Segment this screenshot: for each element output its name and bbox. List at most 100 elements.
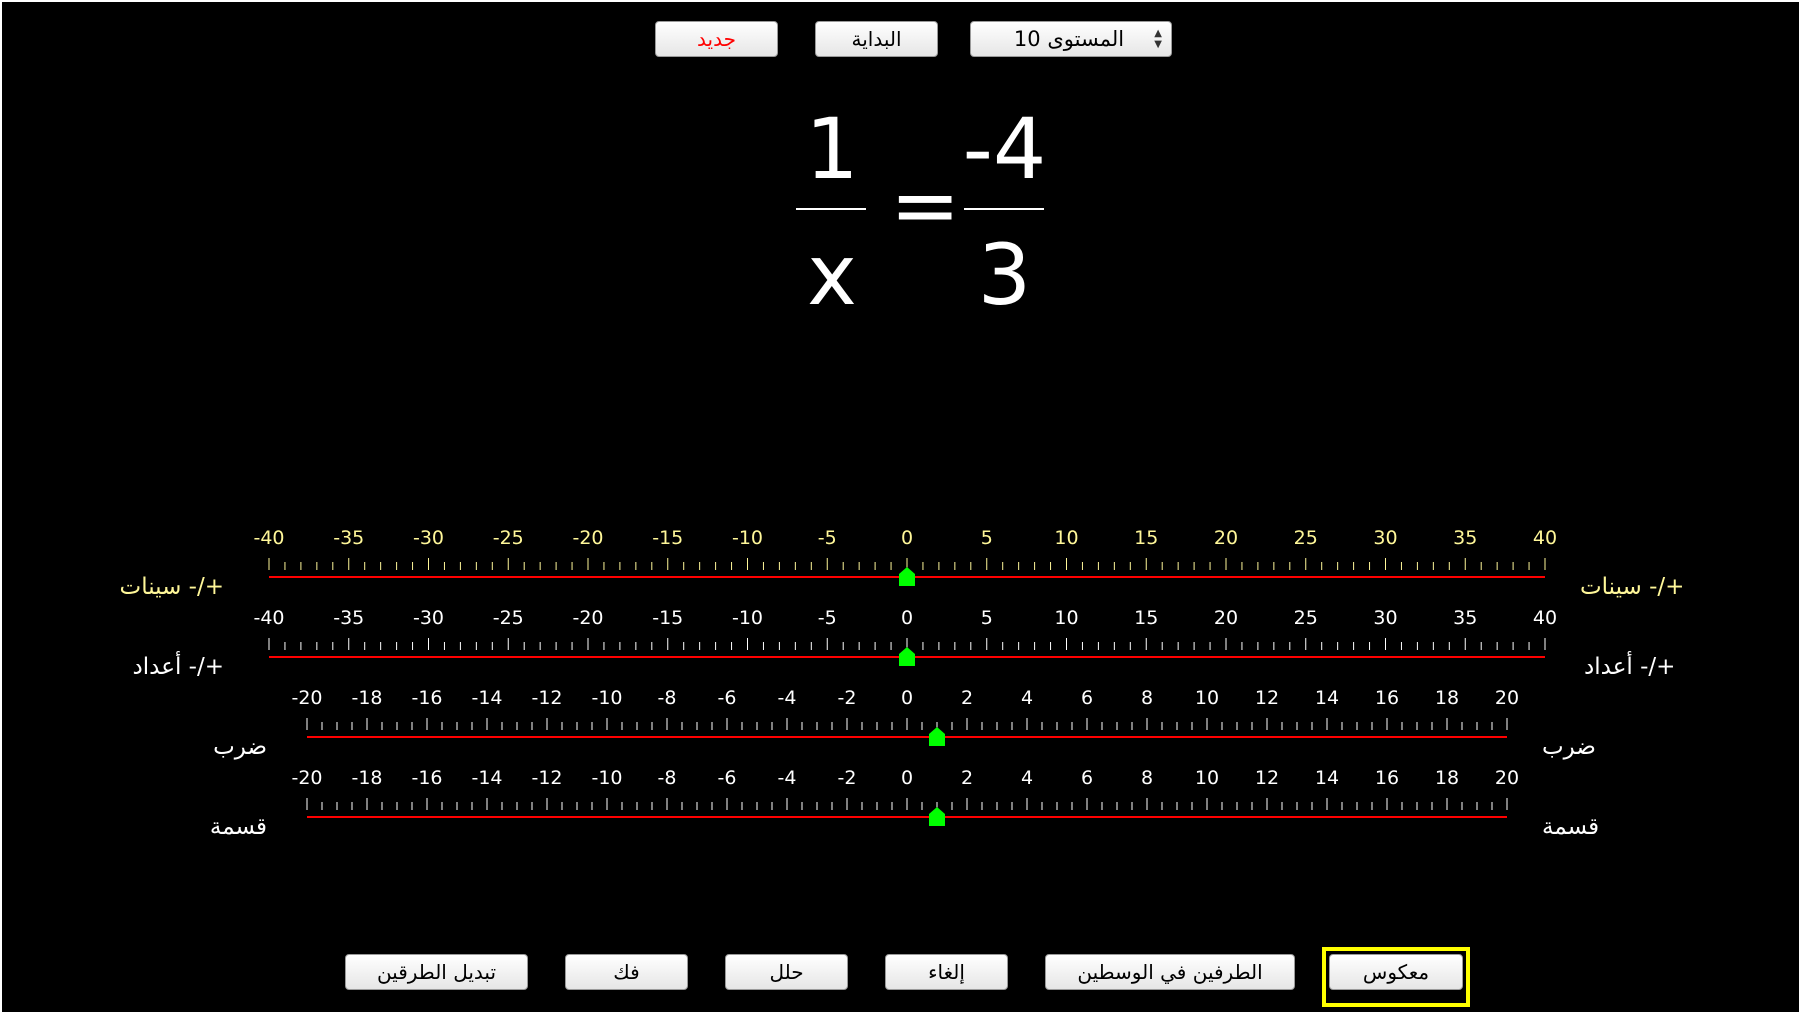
slider-thumb[interactable] (929, 807, 945, 826)
tick-label: 0 (901, 527, 913, 549)
tick-label: -16 (411, 687, 442, 709)
tick-label: -12 (531, 767, 562, 789)
tick-label: -4 (778, 687, 797, 709)
left-fraction-bar (796, 208, 866, 210)
tick-label: 12 (1255, 767, 1279, 789)
solve-button[interactable]: حلل (725, 954, 848, 990)
slider-multiply-label-right: ضرب (1542, 734, 1596, 760)
tick-label: 2 (961, 687, 973, 709)
tick-label: -20 (291, 767, 322, 789)
tick-label: 16 (1375, 767, 1399, 789)
slider-add-x-scale[interactable]: -40 -35 -30 -25 -20 -15 -10 -5 0 5 10 15 20 25 30 35 40 (2, 527, 1799, 622)
tick-label: -15 (652, 527, 683, 549)
tick-label: 14 (1315, 687, 1339, 709)
tick-label: -6 (718, 687, 737, 709)
tick-label: -10 (591, 767, 622, 789)
tick-label: -5 (818, 527, 837, 549)
tick-label: 0 (901, 687, 913, 709)
right-fraction-bar (964, 208, 1044, 210)
tick-label: -30 (413, 607, 444, 629)
tick-label: 10 (1195, 687, 1219, 709)
tick-label: 16 (1375, 687, 1399, 709)
cancel-button[interactable]: إلغاء (885, 954, 1008, 990)
slider-add-number-label-left: +/- أعداد (132, 654, 224, 680)
tick-label: 40 (1533, 527, 1557, 549)
tick-label: 12 (1255, 687, 1279, 709)
tick-label: 18 (1435, 767, 1459, 789)
slider-add-number-label-right: +/- أعداد (1584, 654, 1676, 680)
tick-label: -18 (351, 767, 382, 789)
tick-label: -35 (333, 527, 364, 549)
tick-label: 35 (1453, 607, 1477, 629)
tick-label: 15 (1134, 527, 1158, 549)
swap-sides-button[interactable]: تبديل الطرقين (345, 954, 528, 990)
tick-label: 25 (1294, 527, 1318, 549)
tick-label: -20 (291, 687, 322, 709)
tick-label: 6 (1081, 767, 1093, 789)
tick-label: 10 (1054, 607, 1078, 629)
slider-divide-label-left: قسمة (209, 814, 267, 840)
tick-label: -8 (658, 687, 677, 709)
slider-add-number-scale[interactable]: -40 -35 -30 -25 -20 -15 -10 -5 0 5 10 15 20 25 30 35 40 (2, 607, 1799, 702)
slider-divide-scale[interactable]: -20 -18 -16 -14 -12 -10 -8 -6 -4 -2 0 2 4 6 8 10 12 14 16 1… (2, 767, 1799, 862)
tick-label: 18 (1435, 687, 1459, 709)
tick-label: 14 (1315, 767, 1339, 789)
tick-label: 5 (981, 607, 993, 629)
tick-label: 5 (981, 527, 993, 549)
tick-label: -30 (413, 527, 444, 549)
tick-label: -10 (732, 527, 763, 549)
tick-label: -8 (658, 767, 677, 789)
left-denominator: x (807, 226, 857, 324)
slider-thumb[interactable] (929, 727, 945, 746)
equals-sign: = (890, 156, 961, 254)
tick-label: 10 (1195, 767, 1219, 789)
tick-label: -14 (471, 767, 502, 789)
app-stage: جديد البداية المستوى 10 ▲ ▼ 1 x = -4 3 +/… (2, 2, 1799, 1012)
tick-label: -4 (778, 767, 797, 789)
tick-label: -10 (591, 687, 622, 709)
slider-thumb[interactable] (899, 567, 915, 586)
tick-label: -25 (493, 607, 524, 629)
tick-label: 20 (1214, 607, 1238, 629)
tick-label: 20 (1495, 687, 1519, 709)
tick-label: -10 (732, 607, 763, 629)
tick-label: 40 (1533, 607, 1557, 629)
tick-label: -2 (838, 767, 857, 789)
slider-add-x-label-right: +/- سينات (1580, 574, 1685, 600)
tick-label: 30 (1373, 527, 1397, 549)
slider-multiply-scale[interactable]: -20 -18 -16 -14 -12 -10 -8 -6 -4 -2 0 2 4 6 8 10 12 14 16 1… (2, 687, 1799, 782)
tick-label: 20 (1495, 767, 1519, 789)
tick-label: -15 (652, 607, 683, 629)
tick-label: -40 (253, 607, 284, 629)
tick-label: 8 (1141, 767, 1153, 789)
tick-label: -6 (718, 767, 737, 789)
cross-multiply-button[interactable]: الطرفين في الوسطين (1045, 954, 1295, 990)
tick-label: 4 (1021, 767, 1033, 789)
tick-label: -40 (253, 527, 284, 549)
right-denominator: 3 (977, 226, 1032, 324)
slider-multiply-label-left: ضرب (213, 734, 267, 760)
tick-label: -16 (411, 767, 442, 789)
tick-label: 8 (1141, 687, 1153, 709)
tick-label: 35 (1453, 527, 1477, 549)
tick-label: 15 (1134, 607, 1158, 629)
tick-label: -5 (818, 607, 837, 629)
slider-divide-label-right: قسمة (1542, 814, 1600, 840)
reciprocal-button[interactable]: معكوس (1329, 954, 1463, 990)
tick-label: 6 (1081, 687, 1093, 709)
tick-label: 2 (961, 767, 973, 789)
tick-label: 25 (1294, 607, 1318, 629)
tick-label: 0 (901, 767, 913, 789)
tick-label: -14 (471, 687, 502, 709)
tick-label: 0 (901, 607, 913, 629)
tick-label: 4 (1021, 687, 1033, 709)
tick-label: -2 (838, 687, 857, 709)
slider-thumb[interactable] (899, 647, 915, 666)
tick-label: -25 (493, 527, 524, 549)
tick-label: 30 (1373, 607, 1397, 629)
slider-add-x-label-left: +/- سينات (119, 574, 224, 600)
expand-button[interactable]: فك (565, 954, 688, 990)
right-numerator: -4 (962, 100, 1047, 198)
tick-label: -35 (333, 607, 364, 629)
equation: 1 x = -4 3 (2, 2, 1799, 342)
